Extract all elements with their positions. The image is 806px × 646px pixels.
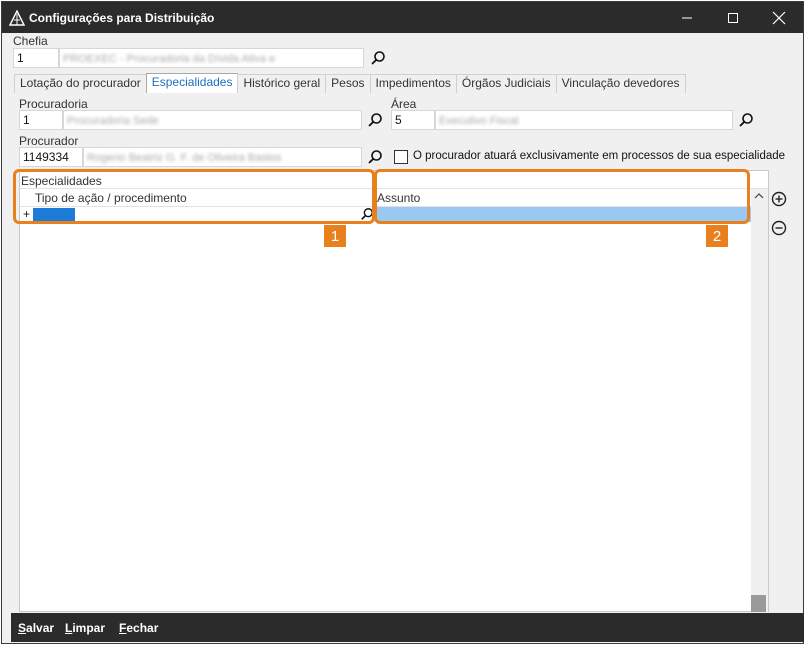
tab-historico[interactable]: Histórico geral xyxy=(237,74,327,93)
scroll-up-icon[interactable] xyxy=(754,192,764,200)
procuradoria-name-field[interactable]: Procuradoria Sede xyxy=(63,110,362,130)
procurador-name-text: Rogerio Beatriz G. F. de Oliveira Bastos xyxy=(87,152,282,164)
app-logo-icon xyxy=(9,10,25,26)
procuradoria-code-field[interactable]: 1 xyxy=(19,110,63,130)
tab-strip: Lotação do procurador Especialidades His… xyxy=(14,73,686,93)
close-footer-button[interactable]: Fechar xyxy=(119,621,158,635)
chefia-search-icon[interactable] xyxy=(370,50,386,66)
clear-button[interactable]: Limpar xyxy=(65,621,105,635)
callout-box-2 xyxy=(374,169,750,224)
close-button[interactable] xyxy=(756,2,802,33)
chefia-name-field[interactable]: PROEXEC - Procuradoria da Dívida Ativa e xyxy=(59,48,364,68)
area-search-icon[interactable] xyxy=(738,112,754,128)
chefia-label: Chefia xyxy=(13,34,48,48)
callout-badge-2: 2 xyxy=(706,225,728,247)
callout-badge-1: 1 xyxy=(324,225,346,247)
procurador-name-field[interactable]: Rogerio Beatriz G. F. de Oliveira Bastos xyxy=(83,147,362,167)
grid-scrollbar[interactable] xyxy=(751,189,768,612)
tab-impedimentos[interactable]: Impedimentos xyxy=(369,74,457,93)
save-button[interactable]: Salvar xyxy=(18,621,54,635)
maximize-icon xyxy=(728,12,738,23)
maximize-button[interactable] xyxy=(710,2,756,33)
procuradoria-search-icon[interactable] xyxy=(367,112,383,128)
area-code-field[interactable]: 5 xyxy=(391,110,435,130)
area-name-text: Executivo Fiscal xyxy=(439,115,519,127)
tab-especialidades[interactable]: Especialidades xyxy=(145,73,239,93)
chefia-name-text: PROEXEC - Procuradoria da Dívida Ativa e xyxy=(63,53,276,65)
procurador-code-field[interactable]: 1149334 xyxy=(19,147,83,167)
procurador-label: Procurador xyxy=(19,134,79,148)
callout-box-1 xyxy=(13,169,375,224)
tab-orgaos-judiciais[interactable]: Órgãos Judiciais xyxy=(455,74,557,93)
procuradoria-label: Procuradoria xyxy=(19,97,88,111)
tab-vinculacao-devedores[interactable]: Vinculação devedores xyxy=(555,74,686,93)
title-bar[interactable]: Configurações para Distribuição xyxy=(2,2,803,33)
procuradoria-name-text: Procuradoria Sede xyxy=(67,115,159,127)
area-label: Área xyxy=(391,97,417,111)
close-icon xyxy=(772,11,786,24)
exclusive-specialty-checkbox[interactable] xyxy=(394,150,408,164)
minimize-button[interactable] xyxy=(664,2,710,33)
procurador-search-icon[interactable] xyxy=(367,149,383,165)
window-title: Configurações para Distribuição xyxy=(29,11,215,25)
tab-pesos[interactable]: Pesos xyxy=(325,74,371,93)
chefia-code-field[interactable]: 1 xyxy=(13,48,59,68)
scroll-thumb[interactable] xyxy=(751,595,766,612)
area-name-field[interactable]: Executivo Fiscal xyxy=(435,110,733,130)
tab-lotacao[interactable]: Lotação do procurador xyxy=(14,74,147,93)
add-row-icon[interactable] xyxy=(771,191,787,207)
footer-bar: Salvar Limpar Fechar xyxy=(11,613,804,642)
config-window: Configurações para Distribuição Chefia 1… xyxy=(1,1,804,644)
remove-row-icon[interactable] xyxy=(771,220,787,236)
minimize-icon xyxy=(682,17,692,18)
exclusive-specialty-label[interactable]: O procurador atuará exclusivamente em pr… xyxy=(413,150,785,162)
especialidades-grid[interactable]: Especialidades Tipo de ação / procedimen… xyxy=(19,170,769,612)
